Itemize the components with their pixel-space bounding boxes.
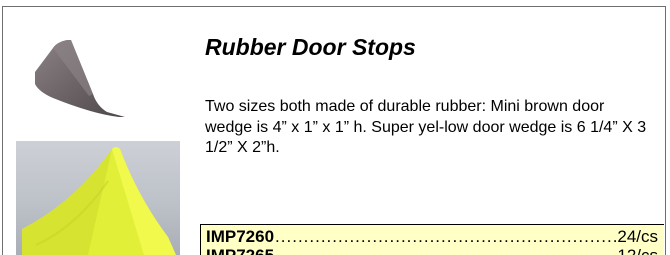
dot-leader — [275, 246, 616, 255]
product-row: IMP7260 24/cs — [206, 227, 658, 248]
product-quantity: 24/cs — [617, 227, 658, 246]
product-code: IMP7265 — [206, 246, 274, 255]
product-title: Rubber Door Stops — [205, 34, 416, 60]
catalog-page: Rubber Door Stops Two sizes both made of… — [0, 0, 670, 255]
product-code-box: IMP7260 24/cs IMP7265 12/cs — [200, 224, 664, 255]
brown-door-wedge-image — [33, 34, 133, 118]
product-description: Two sizes both made of durable rubber: M… — [205, 98, 647, 156]
product-code: IMP7260 — [206, 227, 275, 246]
product-quantity: 12/cs — [617, 246, 658, 255]
dot-leader — [275, 227, 616, 247]
yellow-door-wedge-photo — [16, 141, 180, 255]
product-row: IMP7265 12/cs — [206, 246, 658, 255]
